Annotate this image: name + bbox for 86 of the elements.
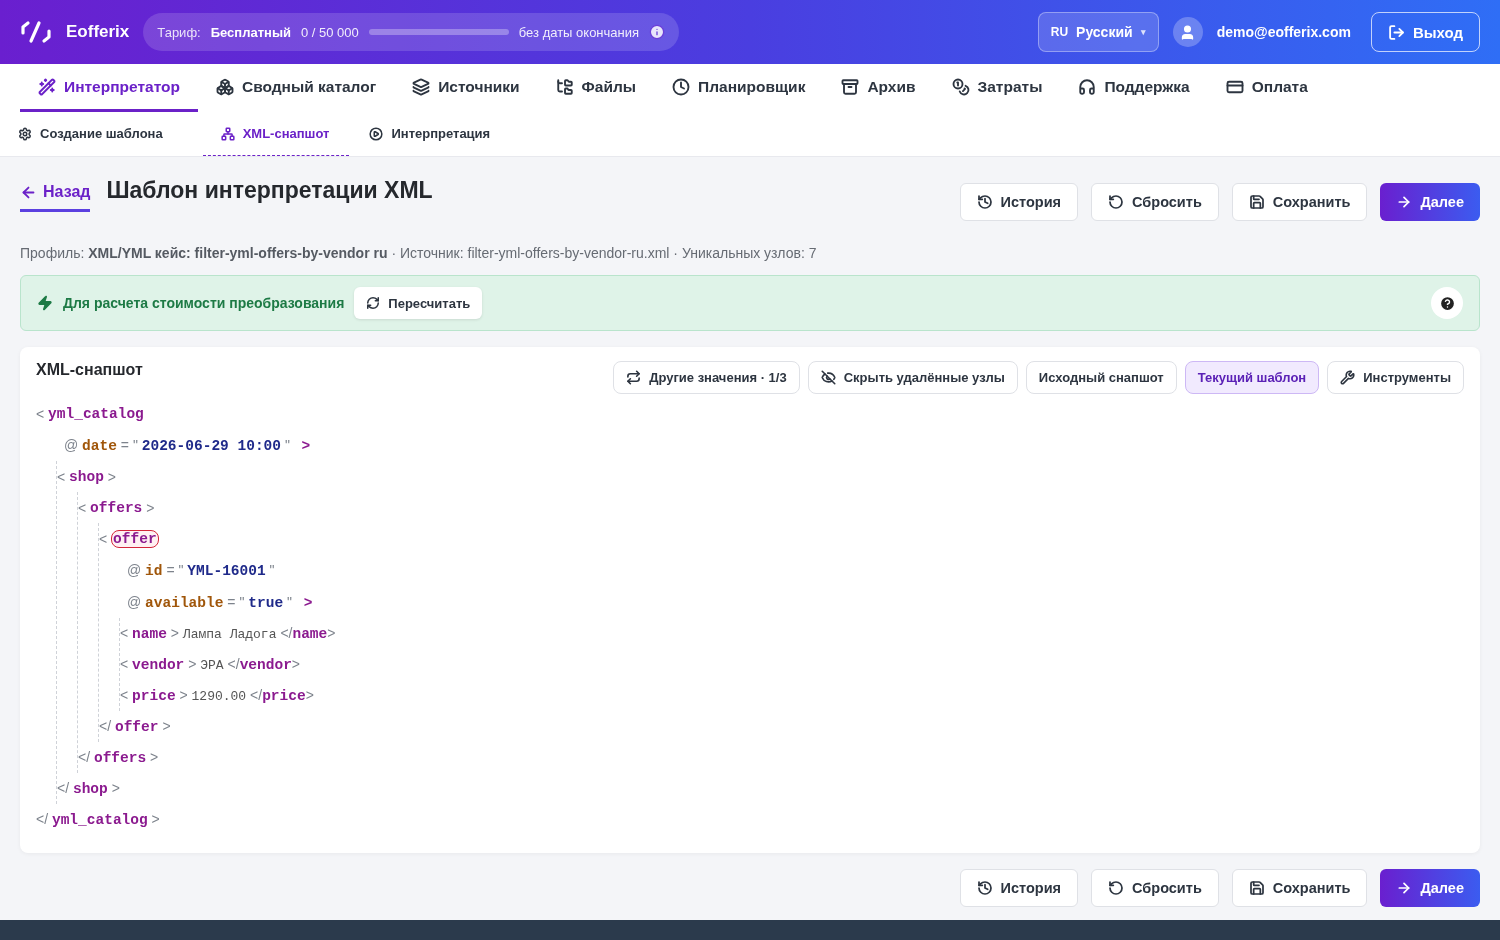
toolbar-button[interactable]: Другие значения · 1/3 [613, 361, 800, 394]
xml-bracket: < [78, 499, 88, 516]
toolbar-button[interactable]: Скрыть удалённые узлы [807, 361, 1018, 394]
layers-icon [412, 77, 431, 96]
nav-tab[interactable]: Поддержка [1060, 64, 1208, 112]
history-icon [976, 880, 993, 896]
nav-tab[interactable]: Сводный каталог [197, 64, 395, 112]
toolbar-button[interactable]: Инструменты [1327, 361, 1464, 394]
logo-icon [20, 19, 52, 45]
page-title: Шаблон интерпретации XML [106, 177, 433, 204]
xml-tag-name[interactable]: yml_catalog [48, 405, 144, 422]
step-tab[interactable]: Интерпретация [369, 112, 511, 156]
undo-icon [1108, 880, 1125, 896]
xml-closing-tag: </ yml_catalog > [36, 811, 160, 828]
help-button[interactable] [1431, 287, 1463, 319]
save-icon [1248, 194, 1265, 210]
back-link[interactable]: Назад [20, 177, 91, 212]
step-tab[interactable]: Создание шаблона [18, 112, 183, 156]
card-title: XML-снапшот [36, 361, 143, 379]
usage-count: 0 / 50 000 [301, 24, 359, 40]
xml-element: < vendor > ЭРА </vendor> [120, 656, 301, 673]
refresh-icon [366, 296, 381, 310]
nav-tab[interactable]: Файлы [537, 64, 655, 112]
xml-closing-tag: </ offers > [78, 749, 159, 766]
highlighted-tag-name[interactable]: offer [111, 529, 159, 548]
history-icon [976, 194, 993, 210]
wrench-icon [1340, 370, 1356, 385]
avatar-icon [1172, 17, 1203, 47]
next-button[interactable]: Далее [1380, 869, 1480, 907]
xml-attribute: @ date = " 2026-06-29 10:00 " > [64, 436, 311, 454]
boxes-icon [215, 77, 234, 96]
xml-bracket: < [36, 405, 46, 422]
action-button[interactable]: История [959, 183, 1079, 221]
help-icon [1438, 294, 1456, 312]
nav-tab[interactable]: Планировщик [654, 64, 824, 112]
xml-element: < name > Лампа Ладога </name> [120, 625, 336, 642]
brand-name: Eofferix [66, 22, 130, 42]
info-icon[interactable] [649, 24, 666, 40]
archive-box-icon [841, 77, 860, 96]
nav-tab[interactable]: Затраты [933, 64, 1061, 112]
expiry-text: без даты окончания [518, 24, 640, 40]
undo-icon [1108, 194, 1125, 210]
xml-tag-name[interactable]: offers [90, 499, 143, 516]
recalculate-button[interactable]: Пересчитать [354, 287, 483, 319]
nav-tab[interactable]: Архив [823, 64, 934, 112]
profile-info: Профиль: XML/YML кейс: filter-yml-offers-by-vendor ru · Источник: filter-yml-offers-by-vendor-ru.xml · Уникальных узлов: 7 [20, 245, 818, 261]
logout-button[interactable]: Выход [1370, 12, 1480, 52]
magic-wand-icon [38, 77, 56, 96]
tariff-label: Тариф: [157, 24, 201, 40]
tariff-plan: Бесплатный [210, 24, 291, 40]
xml-element: < price > 1290.00 </price> [120, 687, 314, 704]
user-email: demo@eofferix.com [1216, 24, 1351, 40]
action-button[interactable]: Сбросить [1091, 869, 1219, 907]
toolbar-button[interactable]: Текущий шаблон [1184, 361, 1320, 394]
xml-closing-tag: </ offer > [99, 718, 171, 735]
nav-tab[interactable]: Источники [394, 64, 538, 112]
xml-closing-tag: </ shop > [57, 780, 120, 797]
xml-bracket: > [106, 468, 116, 485]
xml-bracket: > [145, 499, 155, 516]
clock-icon [672, 77, 691, 96]
headset-icon [1078, 77, 1097, 96]
xml-attribute: @ available = " true " > [127, 593, 313, 611]
logout-icon [1387, 23, 1405, 41]
nav-tab[interactable]: Оплата [1207, 64, 1326, 112]
action-button[interactable]: Сохранить [1231, 869, 1368, 907]
action-button[interactable]: Сбросить [1091, 183, 1219, 221]
save-icon [1248, 880, 1265, 896]
hierarchy-icon [220, 126, 235, 141]
language-select[interactable]: RU Русский ▾ [1037, 12, 1159, 52]
xml-tag-name[interactable]: shop [69, 468, 104, 485]
folder-tree-icon [555, 77, 574, 96]
lightning-icon [37, 295, 53, 311]
next-button[interactable]: Далее [1380, 183, 1480, 221]
repeat-icon [626, 370, 642, 385]
xml-attribute: @ id = " YML-16001 " [127, 561, 275, 579]
settings-icon [18, 126, 32, 141]
notice-text: Для расчета стоимости преобразования [63, 295, 345, 311]
eye-off-icon [820, 370, 836, 385]
step-tab[interactable]: XML-снапшот [202, 112, 350, 156]
action-button[interactable]: История [959, 869, 1079, 907]
coins-icon [951, 77, 970, 96]
xml-bracket: < [57, 468, 67, 485]
xml-bracket: < [99, 530, 109, 547]
action-button[interactable]: Сохранить [1231, 183, 1368, 221]
toolbar-button[interactable]: Исходный снапшот [1025, 361, 1177, 394]
play-icon [369, 126, 384, 141]
